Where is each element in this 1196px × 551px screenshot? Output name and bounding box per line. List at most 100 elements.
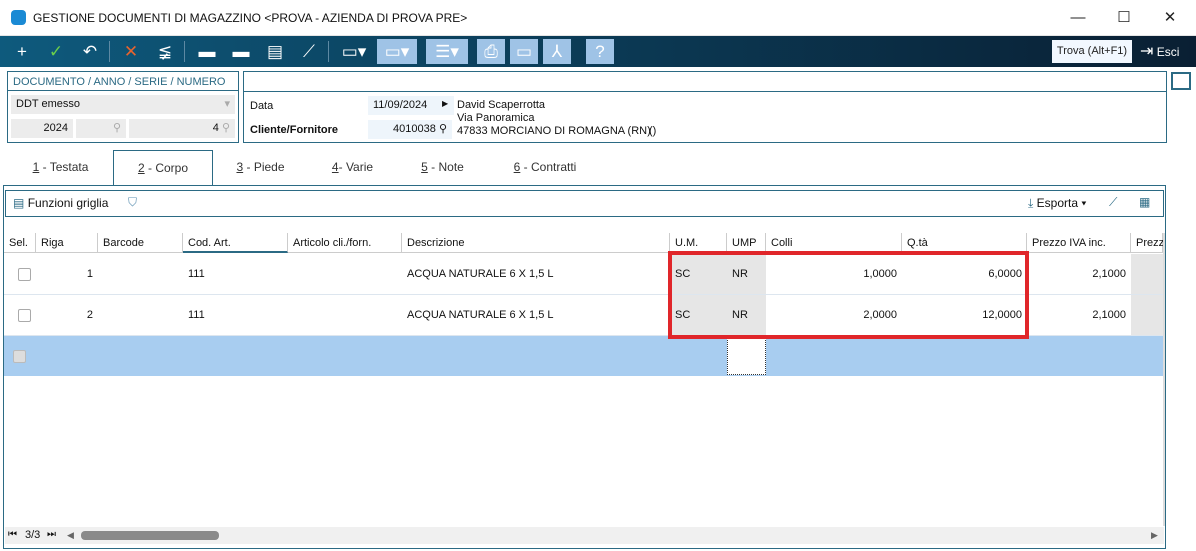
customer-name: David Scaperrotta: [457, 99, 546, 111]
tab-varie[interactable]: 4- Varie: [310, 150, 395, 185]
grid-cell-cod[interactable]: 111: [183, 254, 288, 295]
download-icon: ⤓: [1028, 196, 1034, 210]
exit-button[interactable]: ⇥ Esci: [1140, 40, 1179, 64]
number-field[interactable]: 4 ⚲: [129, 119, 235, 138]
grid-cell-barcode[interactable]: [98, 295, 183, 336]
monitor-icon: ▭: [510, 39, 538, 64]
column-header[interactable]: Cod. Art.: [183, 233, 288, 253]
pager: 3/3: [25, 529, 41, 541]
arrow-right-icon[interactable]: ▶: [442, 99, 448, 108]
column-header[interactable]: Sel.: [4, 233, 36, 253]
tab-note[interactable]: 5 - Note: [400, 150, 485, 185]
highlight-box: [668, 251, 1029, 339]
column-header[interactable]: Riga: [36, 233, 98, 253]
grid-cell-prezzo[interactable]: 2,1000: [1027, 254, 1131, 295]
row-select-checkbox[interactable]: [4, 254, 36, 295]
tab-contratti[interactable]: 6 - Contratti: [495, 150, 595, 185]
export-button[interactable]: ⤓ Esporta ▾: [1028, 196, 1086, 211]
toolbar: + ✓ ↶ ✕ ≨ ▬ ▬ ▤ ⟋ ▭▾ ▭▾ ☰▾ ⎙ ▭ ⅄ ? Trova…: [0, 36, 1196, 67]
document-disabled-icon: ▭▾: [377, 39, 417, 64]
new-icon[interactable]: +: [8, 39, 36, 64]
last-page-icon[interactable]: ⏭: [47, 529, 56, 540]
help-icon: ?: [586, 39, 614, 64]
filter-icon[interactable]: ⛉: [128, 195, 137, 210]
close-button[interactable]: ✕: [1155, 6, 1185, 30]
series-field[interactable]: ⚲: [76, 119, 126, 138]
grid-cell-barcode[interactable]: [98, 254, 183, 295]
column-header[interactable]: Colli: [766, 233, 902, 253]
exit-icon: ⇥: [1140, 43, 1154, 60]
row-select-checkbox[interactable]: [4, 295, 36, 336]
ruler-icon[interactable]: ⟋: [295, 39, 323, 64]
separator: [184, 41, 185, 62]
vertical-scrollbar[interactable]: [1163, 233, 1165, 526]
info-panel: Data 11/09/2024 ▶ Cliente/Fornitore 4010…: [243, 71, 1167, 143]
date-label: Data: [250, 100, 274, 112]
grid-cell-riga[interactable]: 1: [36, 254, 98, 295]
column-header[interactable]: Prezzo IVA inc.: [1027, 233, 1131, 253]
column-header[interactable]: Barcode: [98, 233, 183, 253]
column-header[interactable]: Q.tà: [902, 233, 1027, 253]
column-header[interactable]: UMP: [727, 233, 766, 253]
delete-icon[interactable]: ✕: [117, 39, 145, 64]
grid-layout-icon[interactable]: ▦: [1139, 195, 1150, 209]
grid-cell-prezzo[interactable]: 2,1000: [1027, 295, 1131, 336]
grid-cell-extra[interactable]: [1131, 295, 1163, 336]
grid-cell-desc[interactable]: ACQUA NATURALE 6 X 1,5 L: [402, 254, 670, 295]
column-header[interactable]: U.M.: [670, 233, 727, 253]
grid-cell-riga[interactable]: 2: [36, 295, 98, 336]
list-icon: ▤: [13, 196, 25, 210]
document-panel: DOCUMENTO / ANNO / SERIE / NUMERO DDT em…: [7, 71, 239, 143]
horizontal-scrollbar[interactable]: [81, 531, 219, 540]
scroll-right-icon[interactable]: ▶: [1151, 530, 1158, 541]
list-menu-icon: ☰▾: [426, 39, 468, 64]
app-icon: [11, 10, 26, 25]
search-icon[interactable]: ⚲: [439, 123, 447, 135]
print-icon: ⎙: [477, 39, 505, 64]
first-page-icon[interactable]: ⏮: [8, 529, 17, 540]
side-panel-icon[interactable]: [1171, 72, 1191, 90]
grid-cell-desc[interactable]: ACQUA NATURALE 6 X 1,5 L: [402, 295, 670, 336]
document-type-select[interactable]: DDT emesso ▾: [11, 95, 235, 114]
document-menu-icon[interactable]: ▭▾: [337, 39, 371, 64]
grid-footer: ⏮ 3/3 ⏭ ◀ ▶: [5, 527, 1164, 544]
search-icon[interactable]: ⚲: [222, 122, 230, 134]
exit-label: Esci: [1156, 45, 1180, 59]
year-field[interactable]: 2024: [11, 119, 73, 138]
search-icon[interactable]: ⚲: [113, 122, 121, 134]
grid-cell-extra[interactable]: [1131, 254, 1163, 295]
document-icon[interactable]: ▤: [261, 39, 289, 64]
column-header[interactable]: Prezz: [1131, 233, 1164, 253]
maximize-button[interactable]: ☐: [1109, 6, 1139, 30]
tab-piede[interactable]: 3 - Piede: [218, 150, 303, 185]
tab-corpo[interactable]: 2 - Corpo: [113, 150, 213, 185]
minimize-button[interactable]: —: [1063, 6, 1093, 30]
undo-icon[interactable]: ↶: [76, 39, 104, 64]
grid-toolbar: ▤ Funzioni griglia ⛉ ⤓ Esporta ▾ ⟋ ▦: [5, 190, 1164, 217]
save-check-icon[interactable]: ✓: [42, 39, 70, 64]
restore-icon[interactable]: ≨: [151, 39, 179, 64]
folder-red-icon[interactable]: ▬: [193, 39, 221, 64]
customer-extra: (): [649, 125, 657, 137]
column-header[interactable]: Articolo cli./forn.: [288, 233, 402, 253]
customer-label: Cliente/Fornitore: [250, 124, 339, 136]
folder-yellow-icon[interactable]: ▬: [227, 39, 255, 64]
grid-cell-art[interactable]: [288, 295, 402, 336]
active-cell-ump[interactable]: [727, 337, 766, 375]
chart-icon[interactable]: ⟋: [1109, 195, 1117, 210]
separator: [109, 41, 110, 62]
grid-cell-art[interactable]: [288, 254, 402, 295]
tab-testata[interactable]: 1 - Testata: [13, 150, 108, 185]
grid-cell-cod[interactable]: 111: [183, 295, 288, 336]
customer-address: Via Panoramica: [457, 112, 535, 124]
new-row[interactable]: [4, 336, 1163, 376]
customer-code-field[interactable]: 4010038 ⚲: [368, 120, 452, 139]
grid-functions-button[interactable]: ▤ Funzioni griglia: [13, 196, 108, 210]
scroll-left-icon[interactable]: ◀: [67, 530, 74, 541]
window-title: GESTIONE DOCUMENTI DI MAGAZZINO <PROVA -…: [33, 11, 468, 25]
separator: [328, 41, 329, 62]
pdf-icon: ⅄: [543, 39, 571, 64]
customer-city: 47833 MORCIANO DI ROMAGNA (RN): [457, 125, 651, 137]
find-button[interactable]: Trova (Alt+F1): [1052, 40, 1132, 63]
column-header[interactable]: Descrizione: [402, 233, 670, 253]
